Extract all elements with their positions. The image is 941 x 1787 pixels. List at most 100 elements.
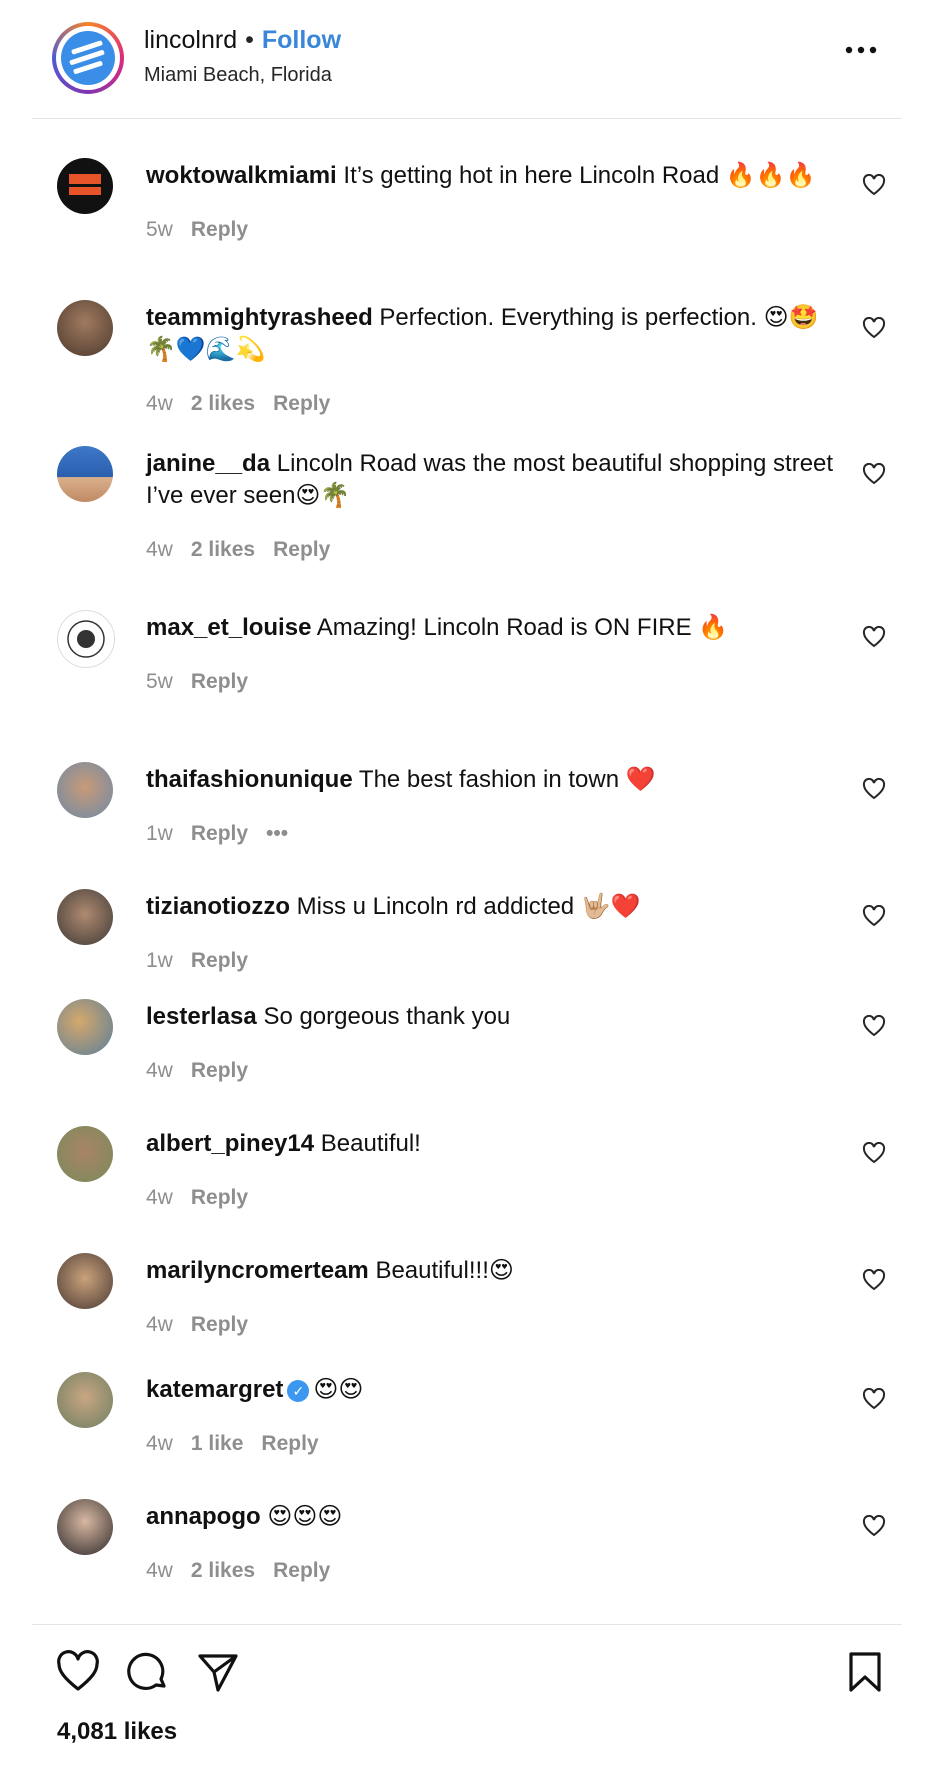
reply-button[interactable]: Reply	[273, 392, 330, 415]
comment-like-heart-icon[interactable]	[862, 174, 886, 196]
post-header: lincolnrd • Follow Miami Beach, Florida	[32, 0, 902, 119]
commenter-avatar[interactable]	[57, 158, 113, 214]
commenter-avatar[interactable]	[57, 889, 113, 945]
comment-time: 5w	[146, 218, 173, 241]
comment-meta: 5w Reply	[146, 218, 266, 242]
comment-text: teammightyrasheed Perfection. Everything…	[146, 302, 836, 366]
comment-time: 4w	[146, 1186, 173, 1209]
post-location[interactable]: Miami Beach, Florida	[144, 64, 332, 87]
comment-username[interactable]: janine__da	[146, 450, 270, 477]
comment-text: albert_piney14 Beautiful!	[146, 1128, 836, 1160]
share-icon[interactable]	[196, 1650, 240, 1694]
comment-username[interactable]: thaifashionunique	[146, 766, 353, 793]
username-row: lincolnrd • Follow	[144, 26, 341, 55]
comment-username[interactable]: tizianotiozzo	[146, 893, 290, 920]
more-options-icon[interactable]	[844, 44, 878, 56]
comment-text: katemargret ✓ 😍😍	[146, 1374, 836, 1406]
comment-username[interactable]: annapogo	[146, 1503, 261, 1530]
comment-like-heart-icon[interactable]	[862, 1142, 886, 1164]
comment-likes[interactable]: 1 like	[191, 1432, 244, 1455]
bookmark-icon[interactable]	[843, 1650, 887, 1694]
reply-button[interactable]: Reply	[191, 1186, 248, 1209]
comment-time: 4w	[146, 1559, 173, 1582]
lincolnrd-logo	[61, 31, 115, 85]
comment-text: max_et_louise Amazing! Lincoln Road is O…	[146, 612, 836, 644]
comment-text: janine__da Lincoln Road was the most bea…	[146, 448, 836, 512]
comment-username[interactable]: marilyncromerteam	[146, 1257, 369, 1284]
commenter-avatar[interactable]	[57, 999, 113, 1055]
comment-like-heart-icon[interactable]	[862, 626, 886, 648]
comment-like-heart-icon[interactable]	[862, 1269, 886, 1291]
comment-like-heart-icon[interactable]	[862, 1515, 886, 1537]
comment-likes[interactable]: 2 likes	[191, 1559, 255, 1582]
commenter-avatar[interactable]	[57, 446, 113, 502]
comment-username[interactable]: max_et_louise	[146, 614, 311, 641]
comment-time: 4w	[146, 1432, 173, 1455]
reply-button[interactable]: Reply	[261, 1432, 318, 1455]
comment-body: 😍😍	[313, 1376, 364, 1403]
comment-like-heart-icon[interactable]	[862, 463, 886, 485]
reply-button[interactable]: Reply	[191, 949, 248, 972]
commenter-avatar[interactable]	[57, 762, 113, 818]
post-likes-count[interactable]: 4,081 likes	[57, 1718, 177, 1746]
reply-button[interactable]: Reply	[191, 218, 248, 241]
comment-time: 5w	[146, 670, 173, 693]
comment-meta: 4w Reply	[146, 1186, 266, 1210]
comment-like-heart-icon[interactable]	[862, 317, 886, 339]
comment-likes[interactable]: 2 likes	[191, 392, 255, 415]
commenter-avatar[interactable]	[57, 1253, 113, 1309]
comment-like-heart-icon[interactable]	[862, 1388, 886, 1410]
comment-time: 1w	[146, 949, 173, 972]
comment-username[interactable]: katemargret	[146, 1376, 283, 1403]
comment-username[interactable]: teammightyrasheed	[146, 304, 373, 331]
comment-body: Amazing! Lincoln Road is ON FIRE 🔥	[316, 614, 729, 641]
comment-body: The best fashion in town ❤️	[358, 766, 656, 793]
comment-more-options-icon[interactable]: •••	[266, 822, 288, 845]
verified-badge-icon: ✓	[287, 1379, 310, 1402]
comment-time: 1w	[146, 822, 173, 845]
commenter-avatar[interactable]	[57, 300, 113, 356]
reply-button[interactable]: Reply	[191, 670, 248, 693]
comment-like-heart-icon[interactable]	[862, 778, 886, 800]
comment-like-heart-icon[interactable]	[862, 905, 886, 927]
reply-button[interactable]: Reply	[191, 1059, 248, 1082]
comment-meta: 4w 2 likes Reply	[146, 538, 348, 562]
comment-body: 😍😍😍	[267, 1503, 343, 1530]
comment-username[interactable]: woktowalkmiami	[146, 162, 337, 189]
footer-divider	[32, 1624, 902, 1625]
reply-button[interactable]: Reply	[273, 1559, 330, 1582]
comment-icon[interactable]	[126, 1650, 170, 1694]
comment-meta: 4w Reply	[146, 1059, 266, 1083]
comment-like-heart-icon[interactable]	[862, 1015, 886, 1037]
reply-button[interactable]: Reply	[273, 538, 330, 561]
comment-meta: 4w Reply	[146, 1313, 266, 1337]
wok-to-walk-logo	[69, 174, 101, 195]
comment-body: It’s getting hot in here Lincoln Road 🔥🔥…	[343, 162, 816, 189]
comment-body: Beautiful!	[320, 1130, 421, 1157]
commenter-avatar[interactable]	[57, 1126, 113, 1182]
commenter-avatar[interactable]	[57, 610, 115, 668]
comment-body: Miss u Lincoln rd addicted 🤟🏼❤️	[296, 893, 641, 920]
max-et-louise-logo	[67, 620, 105, 658]
comment-text: marilyncromerteam Beautiful!!!😍	[146, 1255, 836, 1287]
comment-text: thaifashionunique The best fashion in to…	[146, 764, 836, 796]
comment-username[interactable]: lesterlasa	[146, 1003, 257, 1030]
comment-time: 4w	[146, 1059, 173, 1082]
heart-icon[interactable]	[56, 1650, 100, 1694]
follow-button[interactable]: Follow	[262, 26, 341, 54]
reply-button[interactable]: Reply	[191, 822, 248, 845]
comment-meta: 5w Reply	[146, 670, 266, 694]
commenter-avatar[interactable]	[57, 1372, 113, 1428]
comment-meta: 4w 2 likes Reply	[146, 392, 348, 416]
comment-meta: 1w Reply •••	[146, 822, 306, 846]
comment-username[interactable]: albert_piney14	[146, 1130, 314, 1157]
commenter-avatar[interactable]	[57, 1499, 113, 1555]
account-avatar[interactable]	[52, 22, 124, 94]
comment-meta: 1w Reply	[146, 949, 266, 973]
separator-dot: •	[245, 26, 254, 54]
comment-time: 4w	[146, 538, 173, 561]
reply-button[interactable]: Reply	[191, 1313, 248, 1336]
comment-likes[interactable]: 2 likes	[191, 538, 255, 561]
comment-text: annapogo 😍😍😍	[146, 1501, 836, 1533]
account-username[interactable]: lincolnrd	[144, 26, 237, 54]
